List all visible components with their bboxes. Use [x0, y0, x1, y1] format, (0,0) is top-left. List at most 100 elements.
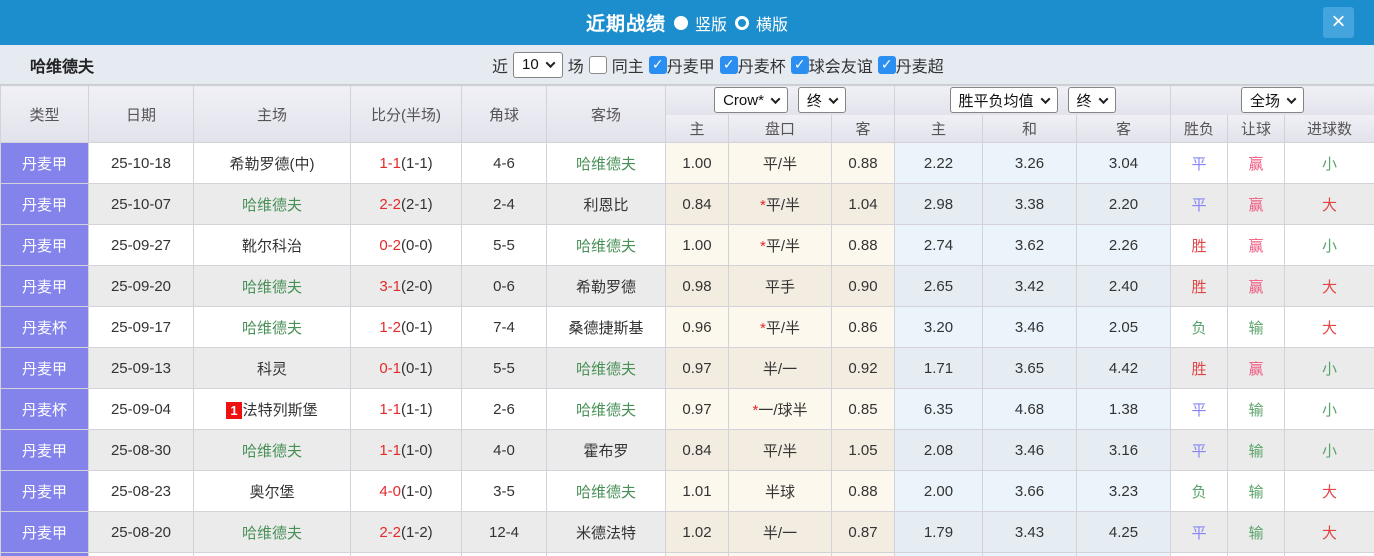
avg-away: 3.23 — [1076, 470, 1172, 512]
layout-option-vertical[interactable]: 竖版 — [673, 11, 727, 35]
filter-bar: 哈维德夫 近 10 场 同主 ✓ 丹麦甲 ✓ 丹麦杯 ✓ 球会友谊 ✓ 丹麦超 — [0, 45, 1374, 85]
league-checkbox-1[interactable]: ✓ — [719, 55, 738, 74]
table-row: 丹麦甲 25-10-18 希勒罗德(中) 1-1(1-1) 4-6 哈维德夫 1… — [0, 142, 1374, 184]
corners: 5-5 — [461, 347, 547, 389]
odds-home: 1.00 — [665, 224, 729, 266]
match-type: 丹麦杯 — [0, 388, 89, 430]
home-team-name: 靴尔科治 — [241, 237, 302, 255]
match-date: 25-10-18 — [88, 142, 194, 184]
radio-unselected-icon[interactable] — [735, 15, 749, 30]
home-team: 哈维德夫 — [193, 183, 351, 225]
dialog-title: 近期战绩 — [585, 14, 666, 35]
away-team-name: 桑德捷斯基 — [568, 319, 644, 337]
result-handicap: 输 — [1227, 429, 1286, 471]
avg-home: 3.20 — [894, 306, 984, 348]
halftime-score: (2-0) — [401, 277, 433, 295]
away-team: 哈维德夫 — [546, 224, 666, 266]
results-table: 类型 日期 主场 比分(半场) 角球 客场 Crow* 终 胜平负均值 终 全场… — [0, 85, 1374, 556]
result-handicap: 输 — [1227, 511, 1286, 553]
match-type — [0, 552, 89, 556]
score-cell: 0-2(0-0) — [350, 224, 462, 266]
league-checkbox-2[interactable]: ✓ — [790, 55, 809, 74]
same-home-checkbox[interactable] — [588, 55, 607, 74]
odds-away: 1.05 — [830, 429, 896, 471]
halftime-score: (0-0) — [401, 236, 433, 254]
avg-home: 2.00 — [894, 470, 984, 512]
avg-away: 2.05 — [1076, 306, 1172, 348]
close-icon[interactable]: × — [1323, 7, 1354, 38]
league-filter-0: ✓ 丹麦甲 — [648, 53, 715, 77]
result-handicap — [1227, 552, 1286, 556]
col-header-score: 比分(半场) — [350, 85, 462, 143]
halftime-score: (1-0) — [401, 482, 433, 500]
match-type: 丹麦甲 — [0, 511, 89, 553]
fulltime-score: 3-1 — [379, 277, 401, 295]
result-goals: 小 — [1284, 347, 1374, 389]
corners: 3-5 — [461, 470, 547, 512]
subcol-handicap-result: 让球 — [1227, 114, 1286, 143]
corners: 4-6 — [461, 142, 547, 184]
odds-time-value-2: 终 — [1076, 92, 1092, 110]
handicap-cell: *平/半 — [728, 224, 832, 266]
result-goals: 大 — [1284, 511, 1374, 553]
match-type: 丹麦甲 — [0, 142, 89, 184]
chevron-down-icon — [1286, 93, 1297, 104]
odds-time-select-1[interactable]: 终 — [797, 87, 846, 114]
odds-home: 1.02 — [665, 511, 729, 553]
avg-home: 1.71 — [894, 347, 984, 389]
away-team: 米德法特 — [546, 511, 666, 553]
result-handicap: 输 — [1227, 388, 1286, 430]
filter-controls: 近 10 场 同主 ✓ 丹麦甲 ✓ 丹麦杯 ✓ 球会友谊 ✓ 丹麦超 — [492, 51, 944, 78]
league-checkbox-0[interactable]: ✓ — [648, 55, 667, 74]
away-team: 桑德捷斯基 — [546, 306, 666, 348]
score-cell: 1-1(1-1) — [350, 142, 462, 184]
home-team-name: 哈维德夫 — [241, 524, 302, 542]
league-filter-1: ✓ 丹麦杯 — [719, 53, 786, 77]
home-team: 哈维德夫 — [193, 511, 351, 553]
result-winlose: 负 — [1170, 470, 1229, 512]
avg-type-select[interactable]: 胜平负均值 — [949, 87, 1058, 114]
score-cell: 3-1(2-0) — [350, 265, 462, 307]
avg-home — [894, 552, 984, 556]
away-team: 希勒罗德 — [546, 265, 666, 307]
home-team-name: 哈维德夫 — [241, 319, 302, 337]
away-team: 利恩比 — [546, 183, 666, 225]
away-team-name: 哈维德夫 — [575, 155, 636, 173]
odds-home: 1.01 — [665, 470, 729, 512]
layout-option-horizontal[interactable]: 横版 — [735, 11, 788, 35]
handicap-cell — [728, 552, 832, 556]
odds-company-select[interactable]: Crow* — [714, 87, 788, 114]
match-date: 25-10-07 — [88, 183, 194, 225]
recent-count-select[interactable]: 10 — [513, 51, 563, 78]
result-winlose: 平 — [1170, 511, 1229, 553]
odds-time-select-2[interactable]: 终 — [1067, 87, 1116, 114]
league-label-3: 丹麦超 — [895, 58, 944, 76]
scope-select[interactable]: 全场 — [1241, 87, 1305, 114]
score-cell: 1-2(0-1) — [350, 306, 462, 348]
odds-away: 0.87 — [830, 511, 896, 553]
table-row: 丹麦甲 25-09-13 科灵 0-1(0-1) 5-5 哈维德夫 0.97 半… — [0, 347, 1374, 389]
avg-away: 4.42 — [1076, 347, 1172, 389]
radio-selected-icon[interactable] — [673, 15, 688, 30]
chevron-down-icon — [1098, 93, 1108, 104]
odds-home: 0.84 — [665, 183, 729, 225]
fulltime-score: 1-2 — [379, 318, 401, 336]
handicap-cell: *一/球半 — [728, 388, 832, 430]
halftime-score: (1-1) — [401, 154, 433, 172]
avg-away: 1.38 — [1076, 388, 1172, 430]
avg-away — [1076, 552, 1172, 556]
away-team-name: 哈维德夫 — [575, 483, 636, 501]
home-team: 哈维德夫 — [193, 429, 351, 471]
subcol-winlose: 胜负 — [1170, 114, 1229, 143]
result-handicap: 赢 — [1227, 347, 1286, 389]
odds-away: 0.88 — [830, 142, 896, 184]
home-team: 靴尔科治 — [193, 224, 351, 266]
handicap: 平/半 — [765, 196, 800, 214]
result-handicap: 输 — [1227, 470, 1286, 512]
match-date: 25-09-20 — [88, 265, 194, 307]
fulltime-score: 1-1 — [379, 441, 401, 459]
away-team: 哈维德夫 — [546, 142, 666, 184]
avg-draw: 3.66 — [982, 470, 1078, 512]
league-checkbox-3[interactable]: ✓ — [877, 55, 896, 74]
league-filter-2: ✓ 球会友谊 — [790, 53, 873, 77]
